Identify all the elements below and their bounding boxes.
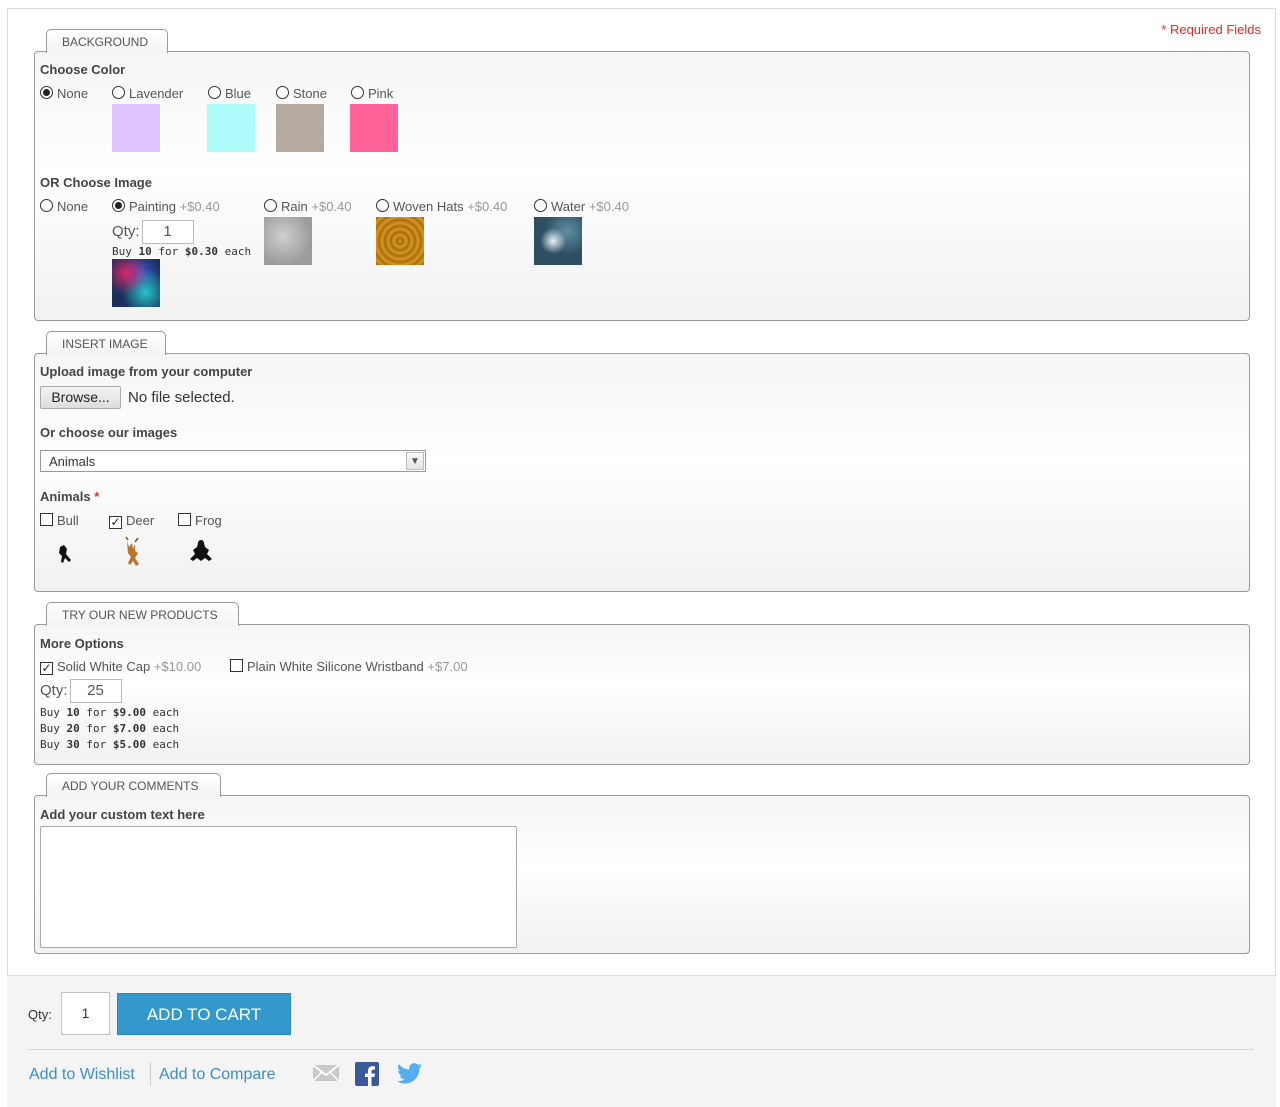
radio-icon[interactable]	[208, 86, 221, 99]
option-solid-white-cap[interactable]: ✓ Solid White Cap +$10.00	[40, 659, 201, 675]
radio-icon[interactable]	[40, 86, 53, 99]
painting-qty-input[interactable]: 1	[141, 220, 194, 244]
choose-image-label: OR Choose Image	[40, 175, 152, 190]
add-to-cart-button[interactable]: ADD TO CART	[117, 993, 291, 1035]
radio-icon[interactable]	[112, 199, 125, 212]
comments-label: Add your custom text here	[40, 807, 205, 822]
animals-label: Animals *	[40, 489, 100, 504]
painting-tier-price: Buy 10 for $0.30 each	[112, 245, 252, 258]
facebook-icon[interactable]	[355, 1062, 379, 1086]
frog-icon[interactable]	[178, 531, 226, 579]
upload-label: Upload image from your computer	[40, 364, 253, 379]
more-options-label: More Options	[40, 636, 124, 651]
select-value: Animals	[49, 454, 96, 469]
checkbox-icon[interactable]	[40, 513, 53, 526]
color-option-lavender[interactable]: Lavender	[112, 86, 183, 101]
cap-tier-price: Buy 20 for $7.00 each	[40, 722, 180, 735]
swatch-blue[interactable]	[207, 104, 255, 152]
bull-icon[interactable]	[40, 531, 88, 579]
cap-tier-price: Buy 30 for $5.00 each	[40, 738, 180, 751]
add-to-compare-link[interactable]: Add to Compare	[159, 1066, 276, 1084]
radio-icon[interactable]	[351, 86, 364, 99]
animal-option-bull[interactable]: Bull	[40, 513, 79, 528]
color-option-none[interactable]: None	[40, 86, 88, 101]
radio-icon[interactable]	[376, 199, 389, 212]
cart-qty-input[interactable]: 1	[61, 992, 110, 1035]
cap-tier-price: Buy 10 for $9.00 each	[40, 706, 180, 719]
checkbox-checked-icon[interactable]: ✓	[40, 662, 53, 675]
image-option-water[interactable]: Water +$0.40	[534, 199, 629, 214]
radio-icon[interactable]	[40, 199, 53, 212]
tab-new-products: TRY OUR NEW PRODUCTS	[46, 602, 239, 626]
option-silicone-wristband[interactable]: Plain White Silicone Wristband +$7.00	[230, 659, 468, 674]
checkbox-icon[interactable]	[230, 659, 243, 672]
twitter-icon[interactable]	[397, 1063, 422, 1084]
swatch-stone[interactable]	[276, 104, 324, 152]
required-mark: *	[94, 489, 100, 504]
radio-icon[interactable]	[264, 199, 277, 212]
animal-option-deer[interactable]: ✓ Deer	[109, 513, 154, 529]
tab-background: BACKGROUND	[46, 29, 168, 53]
woven-hats-thumbnail[interactable]	[376, 217, 424, 265]
image-option-none[interactable]: None	[40, 199, 88, 214]
choose-images-label: Or choose our images	[40, 425, 178, 440]
painting-thumbnail[interactable]	[112, 259, 160, 307]
color-option-pink[interactable]: Pink	[351, 86, 393, 101]
required-fields-note: * Required Fields	[1161, 22, 1261, 37]
checkbox-checked-icon[interactable]: ✓	[109, 516, 122, 529]
rain-thumbnail[interactable]	[264, 217, 312, 265]
radio-icon[interactable]	[534, 199, 547, 212]
email-icon[interactable]	[312, 1064, 340, 1082]
image-option-painting[interactable]: Painting +$0.40	[112, 199, 220, 214]
browse-button[interactable]: Browse...	[40, 386, 121, 409]
image-category-select[interactable]: Animals ▼	[40, 450, 426, 472]
cap-qty-input[interactable]: 25	[69, 679, 122, 703]
custom-text-field[interactable]	[40, 826, 517, 948]
tab-insert-image: INSERT IMAGE	[46, 331, 166, 355]
color-option-stone[interactable]: Stone	[276, 86, 327, 101]
swatch-lavender[interactable]	[112, 104, 160, 152]
no-file-text: No file selected.	[128, 389, 235, 406]
deer-icon[interactable]	[109, 531, 157, 579]
animal-option-frog[interactable]: Frog	[178, 513, 222, 528]
tab-comments: ADD YOUR COMMENTS	[46, 773, 221, 797]
checkbox-icon[interactable]	[178, 513, 191, 526]
water-thumbnail[interactable]	[534, 217, 582, 265]
color-option-blue[interactable]: Blue	[208, 86, 251, 101]
choose-color-label: Choose Color	[40, 62, 126, 77]
cap-qty: Qty: 25	[40, 679, 122, 703]
radio-icon[interactable]	[112, 86, 125, 99]
image-option-woven-hats[interactable]: Woven Hats +$0.40	[376, 199, 507, 214]
image-option-rain[interactable]: Rain +$0.40	[264, 199, 352, 214]
radio-icon[interactable]	[276, 86, 289, 99]
chevron-down-icon[interactable]: ▼	[406, 452, 424, 470]
swatch-pink[interactable]	[350, 104, 398, 152]
add-to-wishlist-link[interactable]: Add to Wishlist	[29, 1066, 135, 1084]
cart-qty-label: Qty:	[28, 1007, 52, 1022]
new-products-fieldset	[34, 624, 1250, 765]
painting-qty: Qty: 1	[112, 220, 194, 244]
link-separator	[150, 1062, 151, 1086]
footer-divider	[28, 1049, 1254, 1050]
